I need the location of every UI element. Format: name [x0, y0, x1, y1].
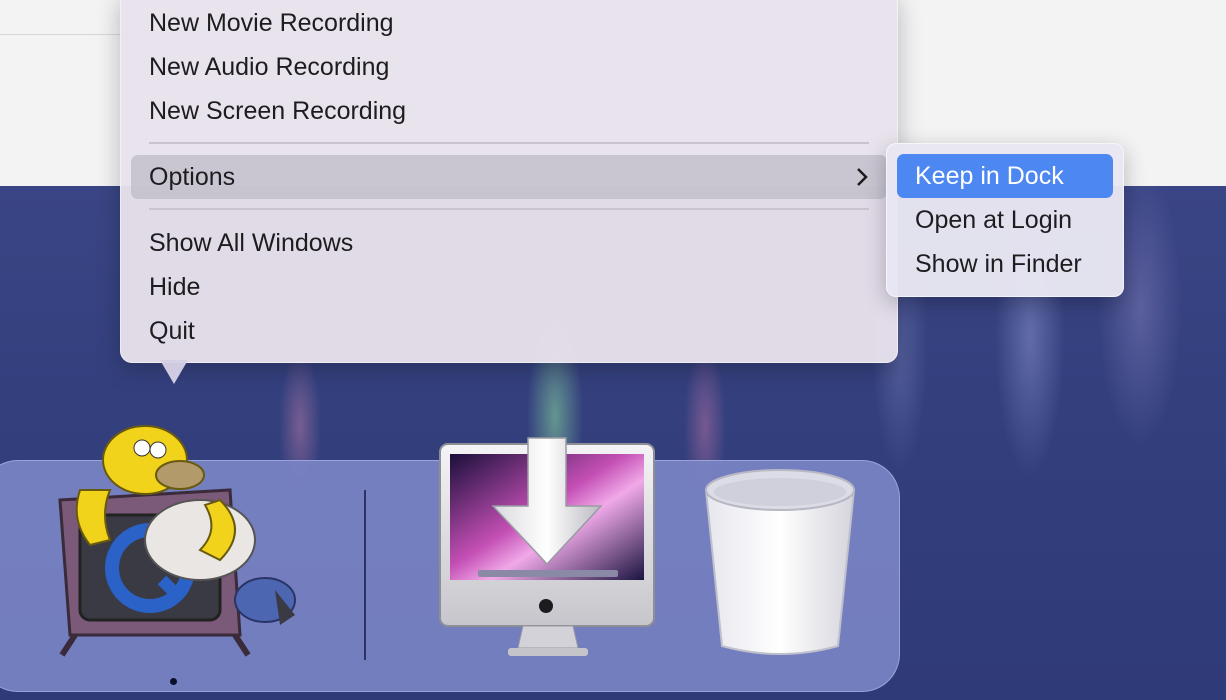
dock-context-menu: New Movie Recording New Audio Recording …	[120, 0, 898, 363]
menu-item-label: New Audio Recording	[149, 53, 390, 81]
submenu-item-label: Show in Finder	[915, 250, 1082, 278]
menu-item-label: Show All Windows	[149, 229, 354, 257]
dock-separator	[364, 490, 366, 660]
menu-item-new-audio-recording[interactable]: New Audio Recording	[131, 45, 887, 89]
menu-pointer-tail	[160, 360, 188, 384]
submenu-item-label: Keep in Dock	[915, 162, 1064, 190]
menu-item-label: New Movie Recording	[149, 9, 394, 37]
menu-item-show-all-windows[interactable]: Show All Windows	[131, 221, 887, 265]
quicktime-homer-icon[interactable]	[50, 420, 300, 660]
mac-installer-download-icon[interactable]	[438, 436, 658, 658]
menu-item-hide[interactable]: Hide	[131, 265, 887, 309]
menu-separator	[149, 208, 869, 210]
trash-icon[interactable]	[700, 466, 860, 662]
menu-item-new-screen-recording[interactable]: New Screen Recording	[131, 89, 887, 133]
menu-item-label: Hide	[149, 273, 201, 301]
menu-item-quit[interactable]: Quit	[131, 309, 887, 353]
submenu-item-show-in-finder[interactable]: Show in Finder	[897, 242, 1113, 286]
menu-item-label: Quit	[149, 317, 195, 345]
window-divider	[0, 34, 125, 35]
submenu-item-label: Open at Login	[915, 206, 1073, 234]
menu-separator	[149, 142, 869, 144]
menu-item-options[interactable]: Options	[131, 155, 887, 199]
chevron-right-icon	[855, 155, 869, 212]
submenu-item-keep-in-dock[interactable]: Keep in Dock	[897, 154, 1113, 198]
menu-item-label: Options	[149, 163, 236, 191]
options-submenu: Keep in Dock Open at Login Show in Finde…	[886, 143, 1124, 297]
menu-item-label: New Screen Recording	[149, 97, 407, 125]
running-indicator	[170, 678, 177, 685]
submenu-item-open-at-login[interactable]: Open at Login	[897, 198, 1113, 242]
menu-item-new-movie-recording[interactable]: New Movie Recording	[131, 1, 887, 45]
